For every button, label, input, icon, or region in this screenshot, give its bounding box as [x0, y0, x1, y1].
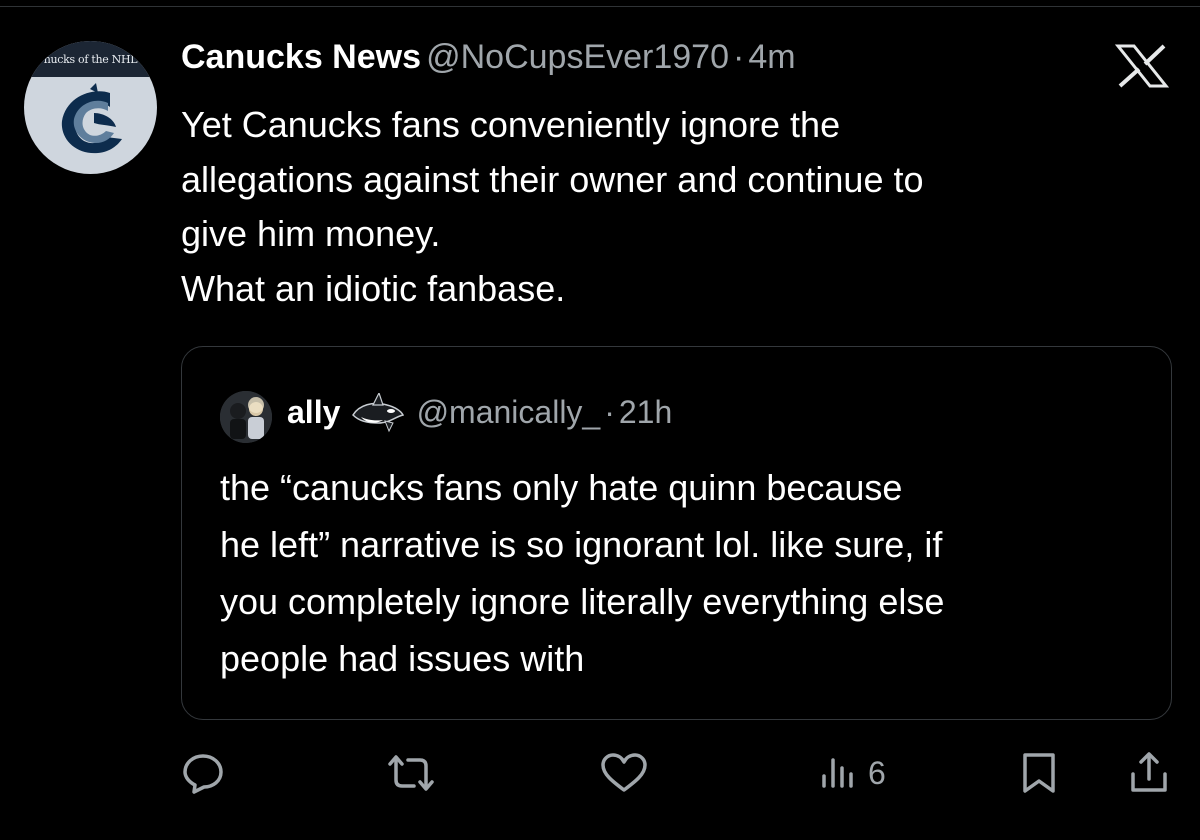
quoted-display-name[interactable]: ally — [287, 394, 340, 430]
orca-emoji-icon — [352, 393, 405, 433]
tweet-text: Yet Canucks fans conveniently ignore the… — [181, 104, 924, 309]
timestamp[interactable]: 4m — [748, 38, 795, 76]
share-button[interactable] — [1126, 750, 1172, 796]
views-count: 6 — [868, 754, 886, 791]
quoted-separator-dot: · — [604, 394, 615, 430]
x-logo-icon — [1114, 44, 1170, 88]
quoted-user-handle[interactable]: @manically_ — [417, 394, 601, 430]
bookmark-button[interactable] — [1016, 750, 1062, 796]
action-bar: 6 — [0, 742, 1200, 802]
separator-dot: · — [733, 38, 745, 76]
retweet-icon — [388, 755, 434, 791]
tweet-header: Canucks News @NoCupsEver1970 · 4m — [181, 38, 796, 84]
quoted-avatar[interactable] — [220, 391, 272, 443]
avatar-banner-text: nucks of the NHL — [24, 41, 157, 77]
canucks-logo-icon — [61, 83, 122, 154]
quoted-timestamp[interactable]: 21h — [619, 394, 672, 430]
reply-button[interactable] — [180, 750, 226, 796]
avatar[interactable]: nucks of the NHL — [24, 41, 157, 174]
retweet-button[interactable] — [384, 750, 438, 796]
tweet-card: nucks of the NHL Canucks News @NoCupsEve… — [0, 0, 1200, 840]
reply-icon — [183, 754, 223, 794]
quoted-avatar-image — [220, 391, 272, 443]
views-icon — [822, 758, 853, 788]
user-handle[interactable]: @NoCupsEver1970 — [426, 38, 729, 76]
display-name[interactable]: Canucks News — [181, 38, 421, 76]
quoted-tweet-header: ally @manically_ · 21h — [287, 393, 672, 437]
like-icon — [601, 753, 647, 792]
share-icon — [1131, 752, 1167, 792]
quoted-tweet[interactable]: ally @manically_ · 21h the “canucks fans o… — [181, 346, 1172, 720]
like-button[interactable] — [598, 750, 650, 796]
views-button[interactable]: 6 — [820, 750, 886, 796]
divider — [0, 6, 1200, 7]
bookmark-icon — [1023, 753, 1055, 793]
quoted-tweet-text: the “canucks fans only hate quinn becaus… — [220, 467, 945, 679]
